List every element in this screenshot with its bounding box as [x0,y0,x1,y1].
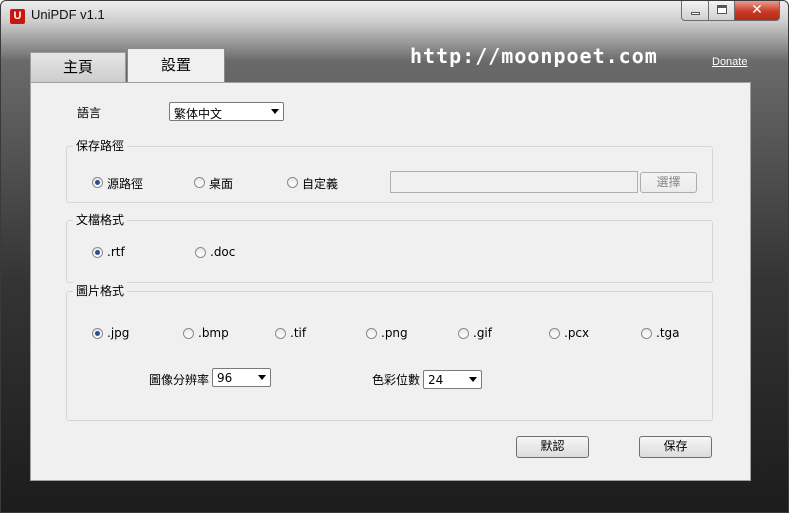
radio-dot [458,328,469,339]
doc-format-group [66,220,713,283]
save-button[interactable]: 保存 [639,436,712,458]
radio-dot [366,328,377,339]
chevron-down-icon [271,109,279,114]
radio-dot [92,247,103,258]
resolution-select[interactable]: 96 [212,368,271,387]
donate-link[interactable]: Donate [712,56,747,68]
maximize-icon [717,5,727,14]
radio-dot [549,328,560,339]
close-button[interactable]: ✕ [734,1,780,21]
chevron-down-icon [258,375,266,380]
app-logo-icon[interactable]: U [10,9,25,24]
radio-label: 自定義 [302,177,339,191]
doc-format-title: 文檔格式 [73,211,128,228]
radio-dot [92,328,103,339]
settings-panel: 語言 繁体中文 保存路徑 源路徑 桌面 自定義 選擇 文檔格式 .rtf .do… [30,82,751,481]
radio-label: .doc [210,245,236,259]
radio-dot [92,177,103,188]
color-depth-value: 24 [428,373,444,387]
radio-dot [287,177,298,188]
browse-button[interactable]: 選擇 [640,172,697,193]
radio-label: .png [381,326,408,340]
color-depth-label: 色彩位數 [372,373,421,387]
radio-label: 桌面 [209,177,234,191]
radio-label: .bmp [198,326,229,340]
save-path-title: 保存路徑 [73,137,128,154]
chevron-down-icon [469,377,477,382]
default-button[interactable]: 默認 [516,436,589,458]
radio-label: .gif [473,326,492,340]
radio-label: .pcx [564,326,590,340]
title-bar[interactable]: U UniPDF v1.1 ✕ [1,1,788,29]
image-format-group [66,291,713,421]
tab-settings[interactable]: 設置 [127,48,225,83]
language-value: 繁体中文 [174,107,223,121]
resolution-label: 圖像分辨率 [149,373,210,387]
radio-dot [183,328,194,339]
radio-label: 源路徑 [107,177,144,191]
maximize-button[interactable] [708,1,735,21]
window-title: UniPDF v1.1 [31,7,105,22]
radio-dot [194,177,205,188]
resolution-value: 96 [217,371,233,385]
custom-path-input[interactable] [390,171,638,193]
website-link: http://moonpoet.com [410,44,658,68]
radio-dot [641,328,652,339]
radio-label: .rtf [107,245,125,259]
language-select[interactable]: 繁体中文 [169,102,284,121]
radio-label: .jpg [107,326,130,340]
minimize-icon [691,12,700,15]
tab-home[interactable]: 主頁 [30,52,126,82]
radio-label: .tga [656,326,680,340]
image-format-title: 圖片格式 [73,282,128,299]
radio-dot [275,328,286,339]
language-label: 語言 [77,106,102,120]
color-depth-select[interactable]: 24 [423,370,482,389]
radio-dot [195,247,206,258]
close-icon: ✕ [751,2,763,18]
radio-label: .tif [290,326,307,340]
minimize-button[interactable] [681,1,709,21]
